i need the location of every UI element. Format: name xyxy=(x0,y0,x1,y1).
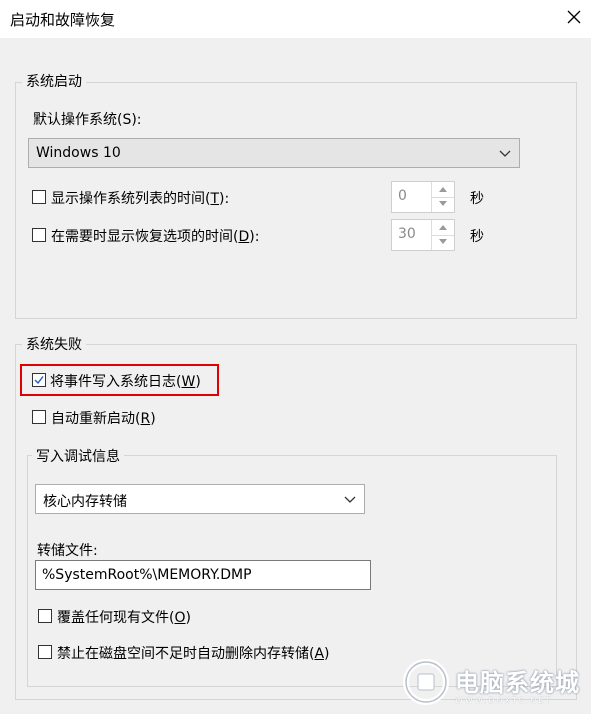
show-os-list-label: 显示操作系统列表的时间(T): xyxy=(51,191,230,207)
stepper-up-button[interactable] xyxy=(432,220,454,236)
show-os-list-value[interactable]: 0 xyxy=(398,188,407,204)
dump-file-field[interactable] xyxy=(35,560,371,590)
window-title: 启动和故障恢复 xyxy=(10,11,116,29)
show-os-list-unit: 秒 xyxy=(470,191,484,207)
system-startup-legend: 系统启动 xyxy=(22,71,86,91)
show-os-list-checkbox[interactable] xyxy=(32,190,46,204)
stepper-down-button[interactable] xyxy=(432,235,454,250)
dump-file-input[interactable] xyxy=(36,561,370,589)
watermark-text: 电脑系统城 xyxy=(455,669,580,697)
chevron-down-icon xyxy=(344,496,356,503)
write-event-log-label: 将事件写入系统日志(W) xyxy=(50,374,201,390)
show-recovery-checkbox[interactable] xyxy=(32,228,46,242)
stepper-up-button[interactable] xyxy=(432,182,454,198)
stepper-down-button[interactable] xyxy=(432,197,454,212)
chevron-down-icon xyxy=(439,239,447,244)
watermark-subtext: WWW.DNXTC.NET xyxy=(455,696,553,705)
show-os-list-stepper[interactable]: 0 xyxy=(391,181,455,213)
show-recovery-label: 在需要时显示恢复选项的时间(D): xyxy=(51,229,260,245)
show-recovery-value[interactable]: 30 xyxy=(398,226,416,242)
close-button[interactable] xyxy=(563,6,585,28)
chevron-down-icon xyxy=(439,201,447,206)
write-event-log-checkbox[interactable] xyxy=(32,373,46,387)
title-bar: 启动和故障恢复 xyxy=(0,0,591,38)
dump-file-label: 转储文件: xyxy=(37,543,98,559)
overwrite-checkbox[interactable] xyxy=(38,609,52,623)
show-recovery-unit: 秒 xyxy=(470,229,484,245)
close-icon xyxy=(567,10,581,24)
overwrite-label: 覆盖任何现有文件(O) xyxy=(57,610,191,626)
default-os-value: Windows 10 xyxy=(36,145,121,161)
disable-auto-delete-label: 禁止在磁盘空间不足时自动删除内存转储(A) xyxy=(57,646,330,662)
auto-restart-checkbox[interactable] xyxy=(32,410,46,424)
default-os-label: 默认操作系统(S): xyxy=(33,112,142,128)
chevron-up-icon xyxy=(439,187,447,192)
chevron-up-icon xyxy=(439,225,447,230)
debug-info-legend: 写入调试信息 xyxy=(32,446,124,466)
checkmark-icon xyxy=(34,376,44,385)
auto-restart-label: 自动重新启动(R) xyxy=(51,411,156,427)
disable-auto-delete-checkbox[interactable] xyxy=(38,645,52,659)
show-recovery-stepper[interactable]: 30 xyxy=(391,219,455,251)
default-os-select[interactable]: Windows 10 xyxy=(28,138,520,168)
chevron-down-icon xyxy=(499,150,511,157)
dump-type-value: 核心内存转储 xyxy=(43,494,127,510)
dump-type-select[interactable]: 核心内存转储 xyxy=(35,484,365,514)
system-failure-legend: 系统失败 xyxy=(22,334,86,354)
